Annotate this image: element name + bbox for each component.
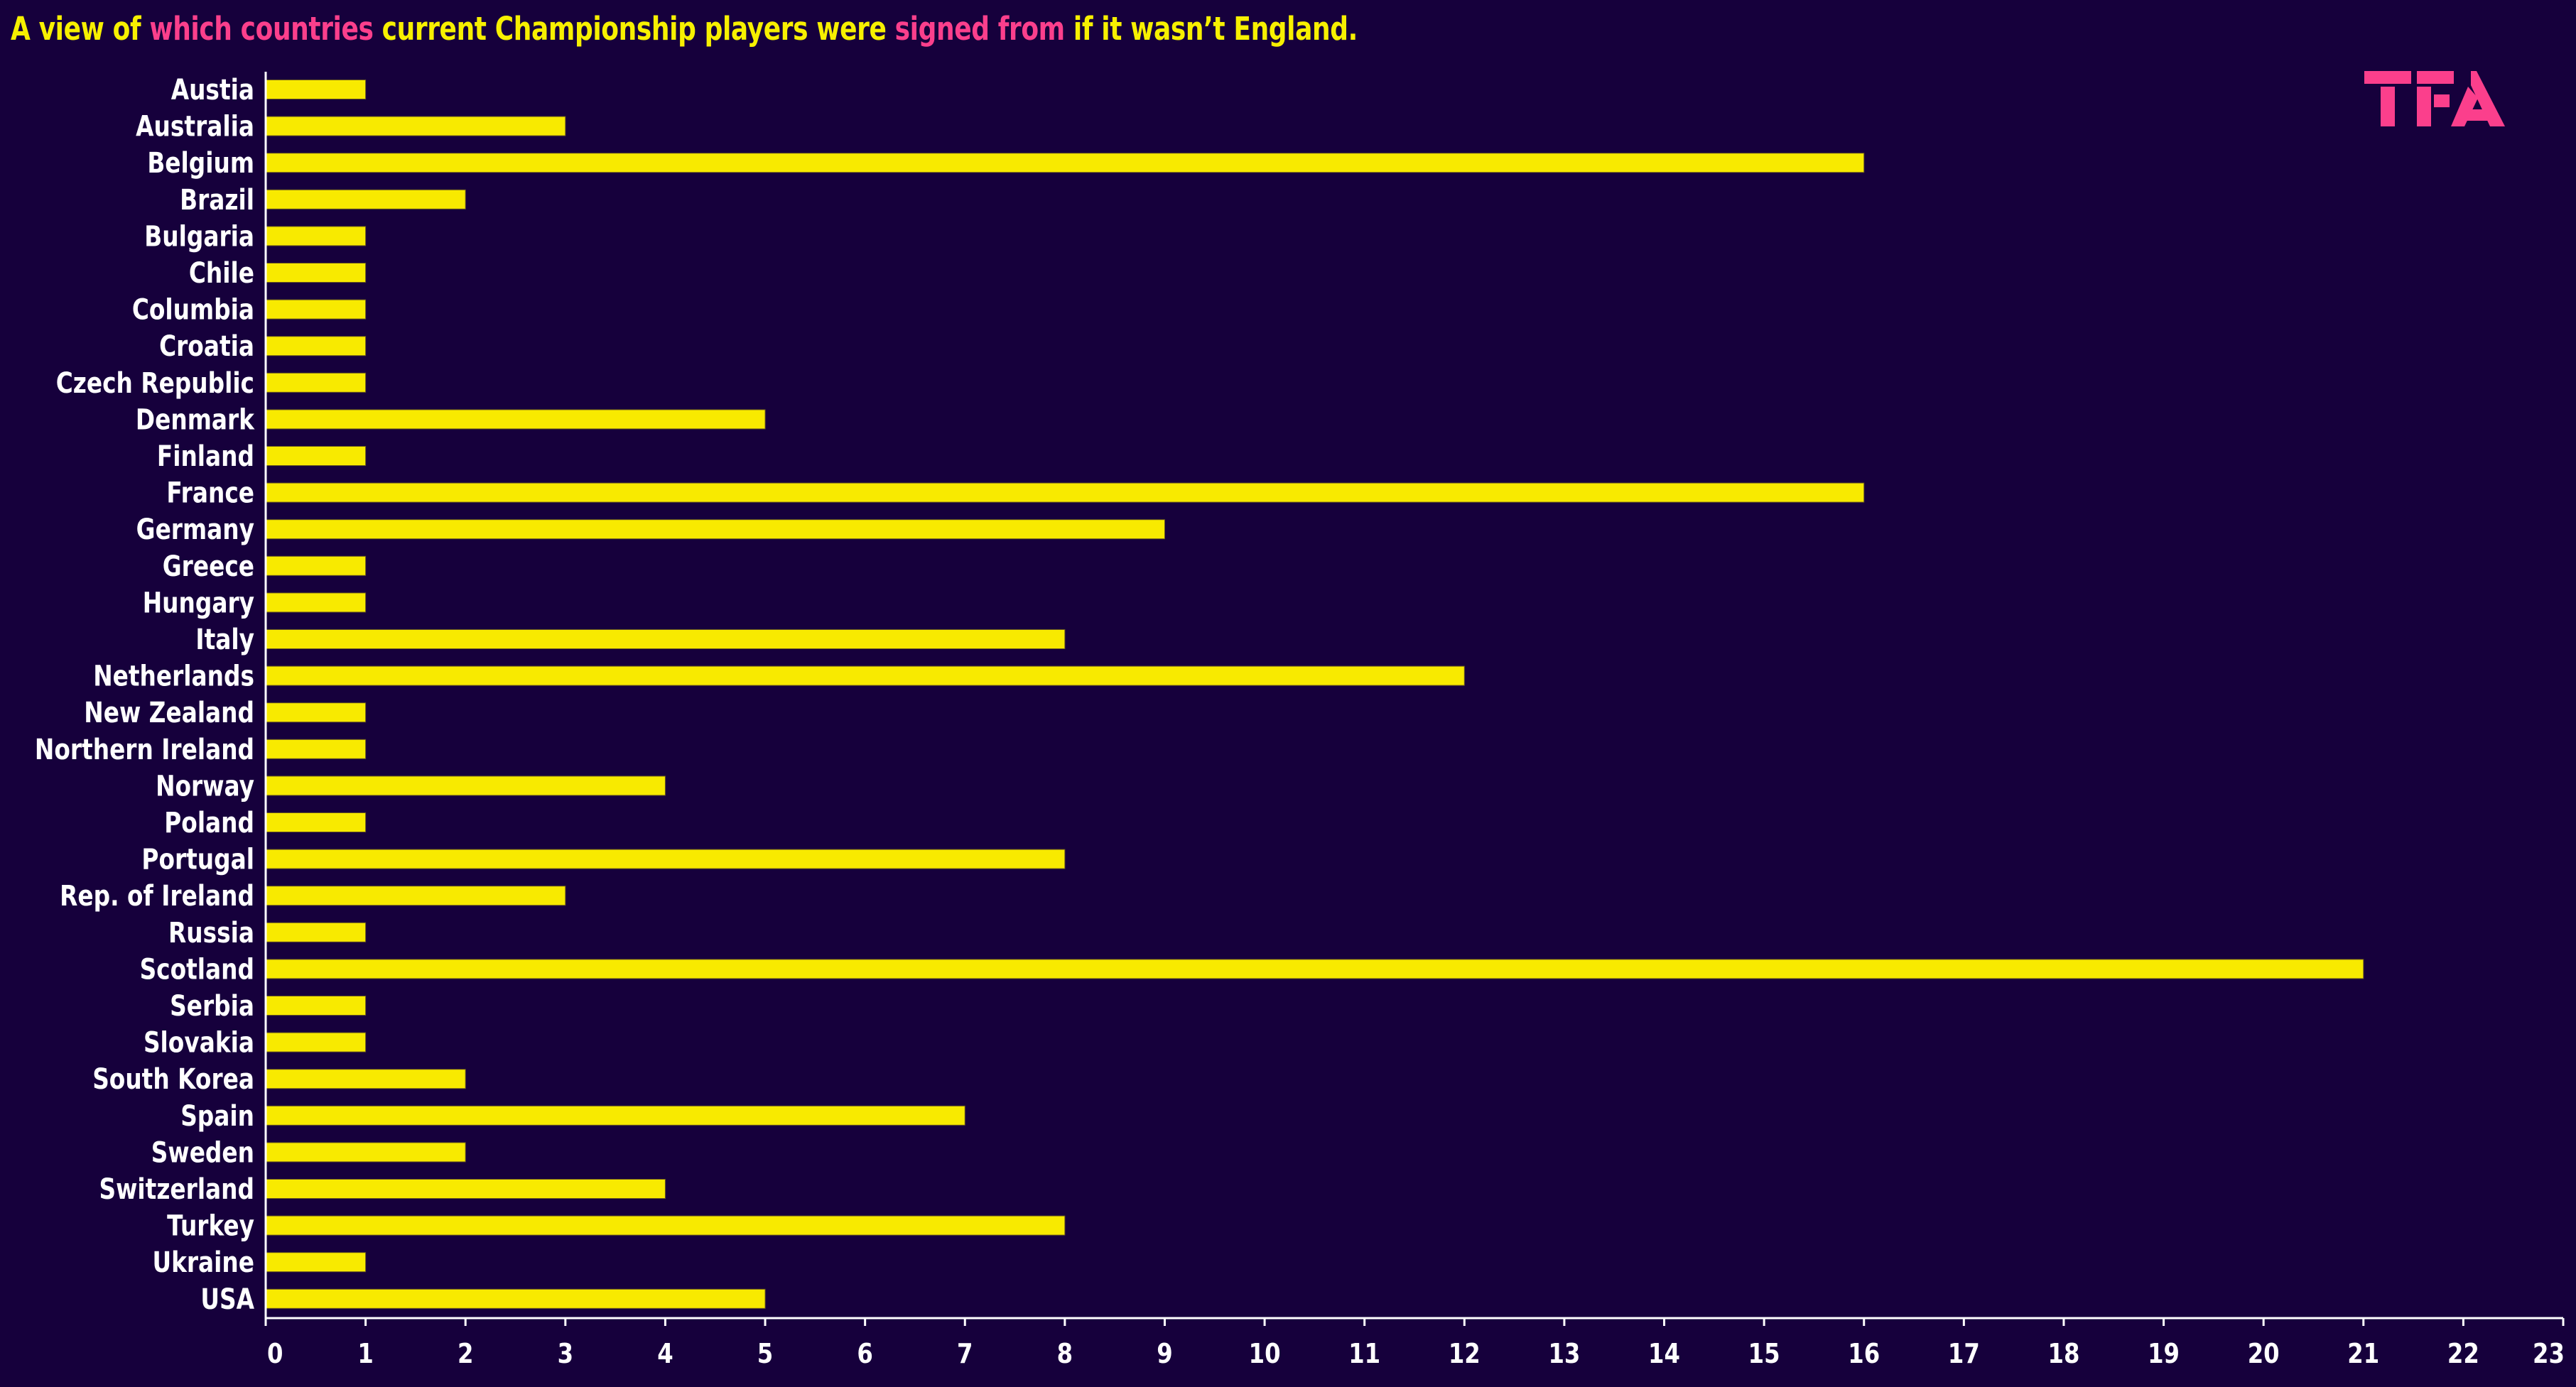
x-tick-label: 4 (657, 1339, 673, 1370)
x-tick-label: 8 (1057, 1339, 1073, 1370)
bar (265, 1142, 466, 1163)
bar (265, 153, 1865, 173)
bar (265, 812, 367, 832)
category-label: Serbia (170, 989, 254, 1023)
bar (265, 849, 1066, 869)
bar (265, 1288, 766, 1309)
category-label: New Zealand (84, 696, 254, 729)
category-label: Australia (136, 109, 254, 143)
bar (265, 1032, 367, 1053)
category-label: Sweden (151, 1136, 254, 1169)
category-label: Germany (136, 513, 254, 546)
x-tick-label: 12 (1449, 1339, 1481, 1370)
bar (265, 555, 367, 576)
x-tick-label: 16 (1848, 1339, 1880, 1370)
bar (265, 665, 1465, 686)
x-tick-label: 6 (857, 1339, 872, 1370)
bar (265, 299, 367, 320)
bar (265, 922, 367, 942)
bar (265, 629, 1066, 649)
category-label: Northern Ireland (35, 733, 254, 766)
bar (265, 959, 2364, 979)
bar (265, 1215, 1066, 1236)
x-tick-label: 13 (1548, 1339, 1580, 1370)
category-label: Netherlands (93, 659, 254, 692)
category-label: Czech Republic (56, 366, 254, 400)
bar (265, 80, 367, 99)
category-label: Turkey (167, 1209, 254, 1242)
category-label: Croatia (159, 330, 254, 363)
x-tick-label: 7 (957, 1339, 973, 1370)
bar (265, 409, 766, 430)
bar (265, 776, 666, 796)
bar (265, 1105, 965, 1126)
category-label: Ukraine (152, 1246, 254, 1279)
x-tick-label: 1 (357, 1339, 373, 1370)
x-tick-label: 18 (2047, 1339, 2079, 1370)
category-label: Belgium (147, 146, 254, 180)
category-label: Columbia (132, 293, 254, 326)
bar (265, 372, 367, 393)
bar (265, 482, 1865, 503)
category-labels: AustiaAustraliaBelgiumBrazilBulgariaChil… (35, 73, 256, 1316)
category-label: Chile (189, 256, 254, 290)
category-label: Hungary (143, 586, 254, 619)
bar (265, 739, 367, 759)
x-tick-label: 23 (2533, 1339, 2565, 1370)
x-tick-label: 0 (267, 1339, 283, 1370)
bar (265, 226, 367, 246)
x-tick-label: 11 (1348, 1339, 1380, 1370)
x-tick-label: 5 (757, 1339, 773, 1370)
category-label: Italy (195, 623, 254, 656)
bar (265, 116, 566, 136)
bar (265, 702, 367, 723)
category-label: USA (200, 1283, 254, 1316)
x-tick-label: 22 (2447, 1339, 2479, 1370)
bar (265, 886, 566, 906)
category-label: Poland (164, 806, 254, 839)
x-tick-label: 17 (1948, 1339, 1980, 1370)
x-tick-label: 3 (558, 1339, 573, 1370)
bar (265, 263, 367, 283)
x-tick-label: 20 (2248, 1339, 2280, 1370)
category-label: Slovakia (144, 1026, 254, 1059)
x-tick-label: 21 (2347, 1339, 2379, 1370)
category-label: Austia (171, 73, 254, 107)
category-label: Scotland (140, 952, 254, 986)
bar (265, 336, 367, 357)
x-tick-label: 10 (1249, 1339, 1281, 1370)
x-tick-label: 9 (1157, 1339, 1172, 1370)
category-label: Spain (180, 1099, 254, 1133)
x-axis-ticks: 0 1 2 3 4 5 6 7 8 9 10 11 12 13 14 15 16 17 18 19 20 21 22 23 (264, 1318, 2565, 1370)
bars-group (265, 80, 2364, 1309)
x-tick-label: 15 (1748, 1339, 1780, 1370)
category-label: South Korea (92, 1062, 254, 1096)
category-label: Greece (163, 550, 254, 583)
category-label: France (166, 476, 254, 509)
x-tick-label: 14 (1648, 1339, 1680, 1370)
bar (265, 446, 367, 466)
bar (265, 189, 466, 210)
bar (265, 1069, 466, 1089)
x-tick-label: 19 (2148, 1339, 2180, 1370)
category-label: Portugal (141, 842, 254, 876)
category-label: Brazil (180, 183, 254, 217)
bar (265, 996, 367, 1016)
category-label: Switzerland (99, 1173, 254, 1206)
bar (265, 1252, 367, 1273)
category-label: Rep. of Ireland (60, 879, 254, 913)
bar (265, 1179, 666, 1199)
x-tick-label: 2 (458, 1339, 473, 1370)
category-label: Russia (168, 916, 254, 950)
category-label: Denmark (136, 403, 256, 436)
bar (265, 519, 1165, 540)
category-label: Finland (157, 440, 254, 473)
bar-chart: AustiaAustraliaBelgiumBrazilBulgariaChil… (35, 72, 2565, 1370)
category-label: Norway (156, 769, 254, 803)
bar (265, 592, 367, 613)
category-label: Bulgaria (144, 219, 254, 253)
